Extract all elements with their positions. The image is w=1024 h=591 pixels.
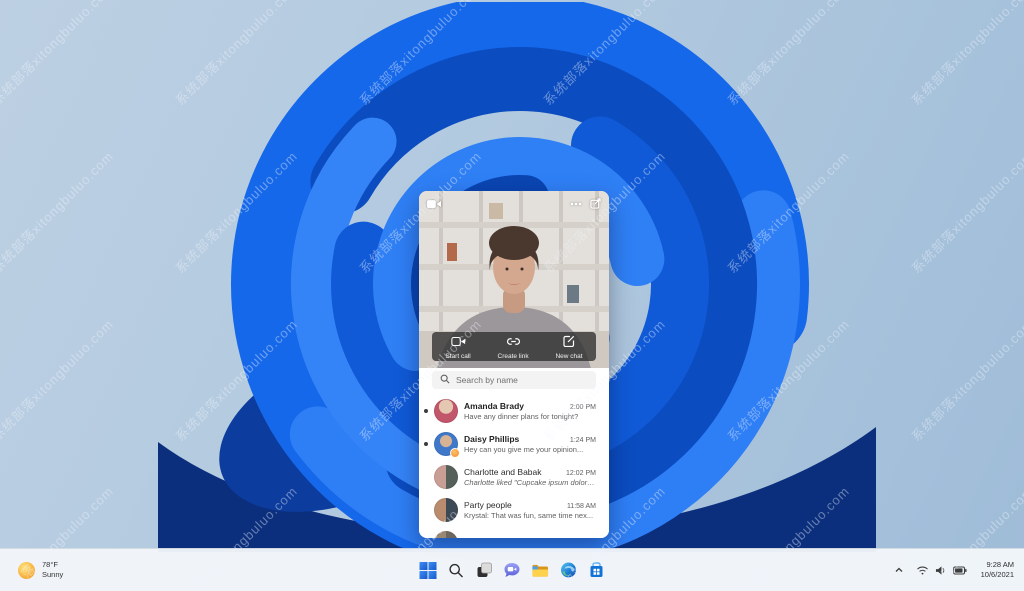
chat-button[interactable] bbox=[501, 559, 524, 582]
battery-icon bbox=[952, 565, 967, 575]
search-icon bbox=[440, 371, 450, 389]
search-input[interactable] bbox=[456, 375, 588, 385]
start-button[interactable] bbox=[417, 559, 440, 582]
store-bag-icon bbox=[590, 562, 602, 577]
tray-date: 10/6/2021 bbox=[980, 570, 1014, 579]
chat-preview: Charlotte liked "Cupcake ipsum dolor see… bbox=[464, 477, 596, 487]
chevron-up-icon bbox=[895, 567, 903, 572]
folder-icon bbox=[532, 564, 549, 577]
task-view-icon bbox=[477, 562, 492, 577]
system-tray: 9:28 AM 10/6/2021 bbox=[890, 549, 1020, 591]
sun-icon bbox=[18, 561, 35, 579]
more-options-icon[interactable] bbox=[570, 202, 582, 206]
windows-logo-icon bbox=[419, 561, 437, 579]
desktop: Start call Create link New chat Search b… bbox=[0, 0, 1024, 591]
video-camera-icon bbox=[450, 334, 466, 352]
link-icon bbox=[506, 334, 521, 352]
chat-list-item[interactable]: Amanda Brady 2:00 PM Have any dinner pla… bbox=[419, 394, 609, 427]
search-box[interactable] bbox=[432, 371, 596, 389]
taskbar-center-icons bbox=[417, 549, 608, 591]
video-preview: Start call Create link New chat bbox=[419, 191, 609, 368]
weather-widget[interactable]: 78°F Sunny bbox=[10, 549, 71, 591]
chat-list-item[interactable]: Daisy Phillips 1:24 PM Hey can you give … bbox=[419, 427, 609, 460]
task-view-button[interactable] bbox=[473, 559, 496, 582]
avatar bbox=[434, 431, 460, 458]
file-explorer-button[interactable] bbox=[529, 559, 552, 582]
chat-name: Party people bbox=[464, 499, 512, 510]
chat-preview: Hey can you give me your opinion... bbox=[464, 444, 584, 454]
chat-name: Amanda Brady bbox=[464, 400, 524, 411]
avatar bbox=[434, 398, 458, 423]
start-call-button[interactable]: Start call bbox=[445, 334, 471, 360]
chat-preview: Krystal: That was fun, same time nex... bbox=[464, 510, 594, 520]
weather-condition: Sunny bbox=[42, 570, 64, 579]
volume-icon bbox=[935, 565, 944, 575]
camera-icon bbox=[427, 199, 441, 209]
edge-icon bbox=[560, 562, 576, 578]
unread-indicator bbox=[424, 408, 428, 413]
chat-bubble-icon bbox=[504, 563, 520, 577]
chat-list-item[interactable]: Party people 11:58 AM Krystal: That was … bbox=[419, 493, 609, 526]
chat-list-item[interactable]: Charlotte and Babak 12:02 PM Charlotte l… bbox=[419, 460, 609, 493]
avatar bbox=[434, 464, 458, 489]
weather-temp: 78°F bbox=[42, 559, 58, 569]
chat-time: 2:00 PM bbox=[569, 403, 596, 411]
new-chat-label: New chat bbox=[555, 352, 583, 360]
open-popout-icon[interactable] bbox=[590, 198, 601, 209]
wifi-icon bbox=[916, 566, 928, 575]
edge-button[interactable] bbox=[557, 559, 580, 582]
new-chat-button[interactable]: New chat bbox=[555, 334, 583, 360]
chat-name: Charlotte and Babak bbox=[464, 466, 542, 477]
search-icon bbox=[449, 563, 463, 577]
tray-time: 9:28 AM bbox=[986, 560, 1014, 570]
network-volume-battery-button[interactable] bbox=[912, 565, 971, 576]
chat-flyout-window: Start call Create link New chat Search b… bbox=[419, 191, 609, 538]
chat-time: 1:24 PM bbox=[569, 436, 596, 444]
chat-list-item[interactable] bbox=[419, 526, 609, 538]
taskbar: 78°F Sunny 9:28 AM 10/6/2021 bbox=[0, 548, 1024, 591]
search-button[interactable] bbox=[445, 559, 468, 582]
create-link-button[interactable]: Create link bbox=[498, 334, 529, 360]
avatar bbox=[434, 497, 458, 522]
call-action-strip: Start call Create link New chat bbox=[432, 332, 596, 361]
store-button[interactable] bbox=[585, 559, 608, 582]
tray-overflow-button[interactable] bbox=[890, 566, 908, 574]
recent-chats-list: Amanda Brady 2:00 PM Have any dinner pla… bbox=[419, 394, 609, 538]
create-link-label: Create link bbox=[497, 352, 529, 360]
chat-time: 12:02 PM bbox=[566, 469, 596, 477]
start-call-label: Start call bbox=[445, 352, 471, 360]
clock[interactable]: 9:28 AM 10/6/2021 bbox=[975, 560, 1020, 580]
avatar bbox=[434, 530, 458, 538]
new-chat-icon bbox=[563, 334, 575, 352]
chat-name: Daisy Phillips bbox=[464, 433, 520, 444]
chat-time: 11:58 AM bbox=[566, 502, 596, 510]
chat-panel: Amanda Brady 2:00 PM Have any dinner pla… bbox=[419, 371, 609, 538]
unread-indicator bbox=[424, 441, 428, 446]
chat-preview: Have any dinner plans for tonight? bbox=[464, 411, 579, 421]
emoji-badge bbox=[450, 447, 460, 458]
